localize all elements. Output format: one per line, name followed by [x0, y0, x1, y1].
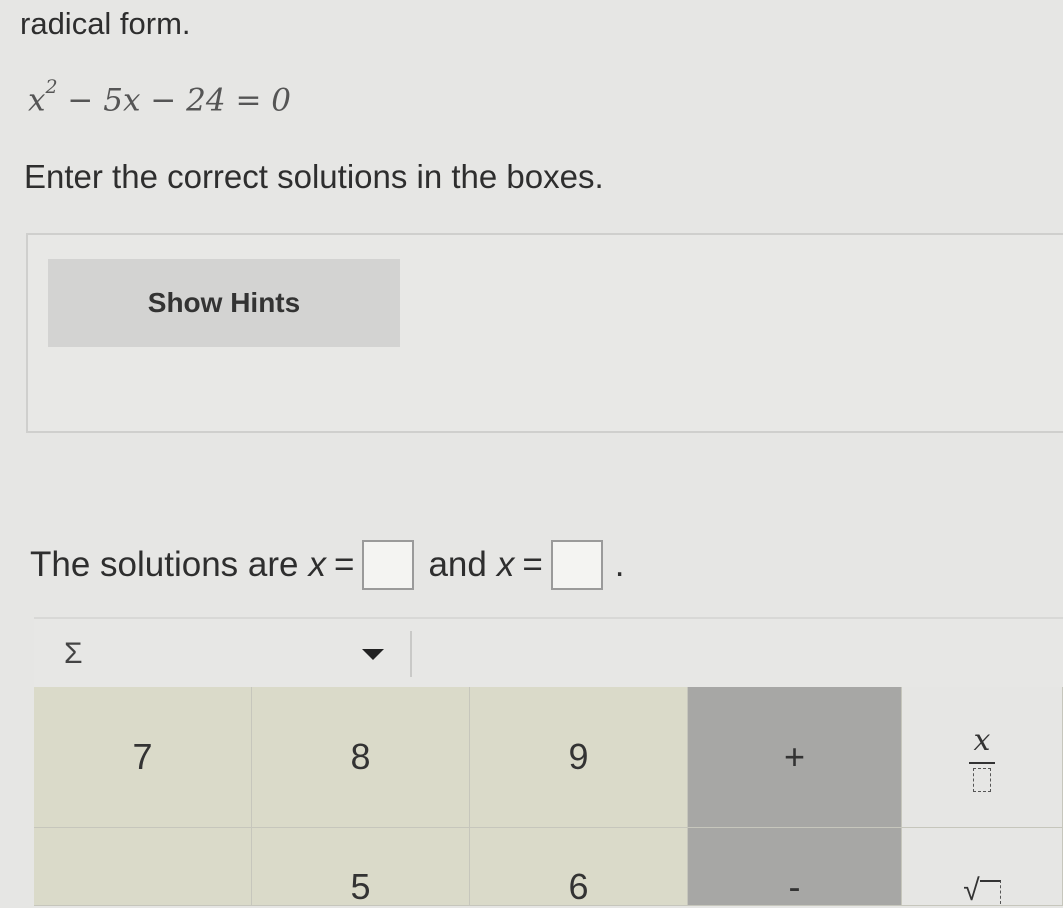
key-4[interactable] [34, 828, 252, 906]
sigma-icon[interactable]: Σ [64, 637, 83, 671]
key-5-label: 5 [350, 865, 371, 907]
instruction-text: Enter the correct solutions in the boxes… [24, 158, 604, 195]
fraction-icon: x [969, 723, 995, 792]
answer-box-1[interactable] [362, 540, 415, 590]
equation-base: x [28, 82, 46, 119]
key-minus-label: - [788, 865, 801, 907]
key-minus[interactable]: - [688, 828, 902, 907]
key-7[interactable]: 7 [34, 687, 252, 828]
key-sqrt[interactable]: √ [902, 828, 1063, 908]
answer-box-2[interactable] [550, 540, 603, 590]
answer-joiner: and [428, 545, 487, 584]
answer-var-2: x [496, 545, 515, 584]
question-prompt-tail: radical form. [20, 6, 191, 41]
fraction-numerator: x [973, 722, 991, 758]
key-6[interactable]: 6 [470, 828, 688, 907]
key-fraction[interactable]: x [902, 687, 1063, 828]
sqrt-radicand-box [979, 879, 1001, 904]
toolbar-divider [410, 631, 412, 677]
equation: x2 − 5x − 24 = 0 [28, 76, 292, 119]
math-toolbar: Σ [34, 617, 1063, 687]
fraction-bar [969, 761, 995, 764]
show-hints-button[interactable]: Show Hints [48, 259, 400, 347]
answer-var-1: x [308, 545, 326, 584]
key-8[interactable]: 8 [252, 687, 470, 828]
key-plus[interactable]: + [688, 687, 902, 828]
answer-eq-1: = [333, 545, 355, 584]
fraction-denominator-box [973, 767, 991, 792]
answer-period: . [614, 545, 625, 584]
chevron-down-icon[interactable] [362, 649, 384, 660]
sqrt-symbol: √ [963, 873, 980, 907]
key-9[interactable]: 9 [470, 687, 688, 828]
equation-exponent: 2 [45, 76, 58, 98]
answer-eq-2: = [522, 545, 543, 584]
answer-lead: The solutions are [30, 545, 299, 584]
sqrt-icon: √ [963, 873, 1001, 908]
equation-rest: − 5x − 24 = 0 [57, 82, 292, 119]
key-5[interactable]: 5 [252, 828, 470, 907]
answer-sentence: The solutions are x = and x = . [30, 540, 625, 590]
key-6-label: 6 [568, 865, 589, 907]
